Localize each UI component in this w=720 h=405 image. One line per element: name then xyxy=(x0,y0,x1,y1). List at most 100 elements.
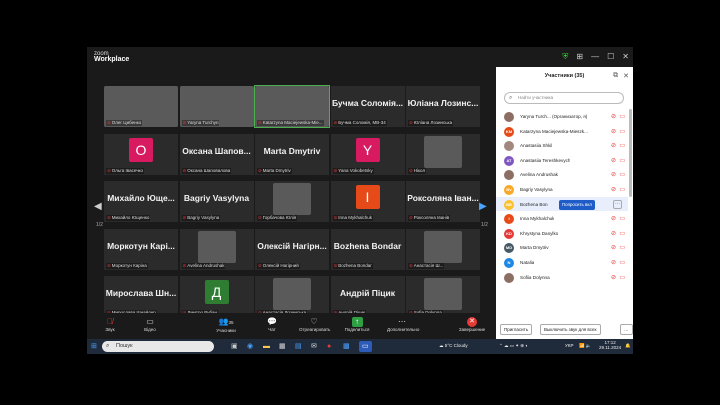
participant-row[interactable]: KM Katarzyna Maciejewska-Mieszk... ⊘ ▭ xyxy=(496,124,628,139)
video-tile[interactable]: ⊘Анастасія Ш... xyxy=(406,228,480,270)
invite-button[interactable]: Пригласить xyxy=(500,324,533,335)
share-button[interactable]: ↑ Поделиться xyxy=(342,317,372,332)
close-icon[interactable]: ✕ xyxy=(622,52,629,61)
video-tile[interactable]: ⊘Katarzyna Maciejewska-Mie... xyxy=(254,85,330,128)
participant-search-input[interactable]: ⌕ Найти участника xyxy=(504,92,624,104)
video-tile[interactable]: Олексій Нагірн... ⊘Олексій Нагірний xyxy=(255,228,329,270)
participant-more-button[interactable]: ⋯ xyxy=(613,199,622,209)
video-tile[interactable]: ⊘Sofia Dolynna xyxy=(406,276,480,318)
avatar: BB xyxy=(504,199,514,210)
clock[interactable]: 17:12 29.11.2024 xyxy=(599,340,621,350)
video-tile[interactable]: ⊘Yaryna Turchyn xyxy=(179,86,254,127)
video-tile[interactable]: ⊘Нікол xyxy=(406,133,480,175)
taskbar-search-label: Пошук xyxy=(116,343,133,349)
video-tile[interactable]: ⊘Олег Цибенко xyxy=(104,86,178,127)
video-tile[interactable]: ⊘Горбачова Юлія xyxy=(255,181,329,223)
mute-all-button[interactable]: Выключить звук для всех xyxy=(540,324,601,335)
video-tile[interactable]: Андрій Піцик⊘Андрій Піцик xyxy=(330,276,405,318)
maximize-icon[interactable]: ☐ xyxy=(607,52,614,61)
panel-scrollbar[interactable] xyxy=(629,109,632,197)
edge-icon[interactable]: ◉ xyxy=(247,341,253,352)
video-tile[interactable]: Bagriy Vasylyna ⊘Bagriy Vasylyna xyxy=(179,181,254,223)
participant-row[interactable]: Sofiia Dolynna ⊘ ▭ xyxy=(496,270,628,285)
video-tile[interactable]: Моркотун Карі... ⊘Моркотун Каріна xyxy=(104,228,178,270)
prev-page-icon[interactable]: ◀ xyxy=(94,201,102,212)
video-tile[interactable]: Y ⊘Yana Vokobetsky xyxy=(330,133,405,175)
participant-row[interactable]: N Natalia ⊘ ▭ xyxy=(496,255,628,270)
audio-label: Звук xyxy=(105,327,115,332)
mic-muted-icon: ⊘ xyxy=(610,245,616,252)
view-icon[interactable]: ⊞ xyxy=(576,52,583,61)
video-tile[interactable]: Бучма Соломія... ⊘Бучма Соломія, МВ-34 xyxy=(330,86,405,127)
video-tile[interactable]: Юліана Лозинс... ⊘Юліана Лозинська xyxy=(406,86,480,127)
security-shield-icon[interactable]: ⛨ xyxy=(562,52,568,61)
chrome-icon[interactable]: ● xyxy=(327,341,331,352)
participants-button[interactable]: 👥35 Учасники xyxy=(211,317,241,333)
ask-to-unmute-button[interactable]: Попросить вкл xyxy=(559,199,595,210)
video-tile[interactable]: Мирослава Шн...⊘Мирослава Шнайдер xyxy=(104,276,178,318)
tile-name-label: ⊘Олег Цибенко xyxy=(106,120,143,126)
avatar: AT xyxy=(504,155,514,166)
mail-icon[interactable]: ✉ xyxy=(311,341,317,352)
video-tile[interactable]: O ⊘Ольга Івасечко xyxy=(104,133,178,175)
store-icon[interactable]: ▤ xyxy=(295,341,302,352)
popout-icon[interactable]: ⧉ xyxy=(613,72,618,80)
zoom-taskbar-icon[interactable]: ▭ xyxy=(359,341,372,352)
video-tile[interactable]: I ⊘Inna Mykhalchuk xyxy=(330,181,405,223)
language-indicator[interactable]: УКР xyxy=(565,343,573,348)
explorer-icon[interactable]: ▬ xyxy=(263,341,270,352)
video-tile[interactable]: ⊘Анастасія Лозинська xyxy=(255,276,329,318)
participant-row[interactable]: BB Bozhena Bon Попросить вкл ⋯ xyxy=(496,196,628,212)
camera-off-icon: ▭ xyxy=(619,172,625,179)
mic-muted-icon: ⊘ xyxy=(610,143,616,150)
start-icon[interactable]: ⊞ xyxy=(91,341,97,352)
participant-row[interactable]: BV Bagriy Vasylyna ⊘ ▭ xyxy=(496,182,628,197)
video-tile[interactable]: Marta Dmytriv ⊘Marta Dmytriv xyxy=(255,133,329,175)
participant-name: Marta Dmytriv xyxy=(520,245,549,251)
notification-icon[interactable]: 🔔 xyxy=(625,343,631,349)
participant-name: Khrystyna Danylko xyxy=(520,230,559,236)
more-button[interactable]: ⋯ Дополнительно xyxy=(387,317,419,332)
tile-name-label: ⊘Bozhena Bondar xyxy=(332,262,373,269)
participant-row[interactable]: AT Anastasiia Tereshkevych ⊘ ▭ xyxy=(496,153,628,168)
chat-button[interactable]: 💬 Чат xyxy=(257,317,287,332)
camera-off-icon: ▭ xyxy=(619,230,625,237)
camera-off-icon: ▭ xyxy=(619,245,625,252)
participant-row[interactable]: KD Khrystyna Danylko ⊘ ▭ xyxy=(496,226,628,241)
mic-muted-icon: ⊘ xyxy=(182,167,187,173)
audio-button[interactable]: 🎙̸ Звук xyxy=(95,317,125,332)
app2-icon[interactable]: ▩ xyxy=(343,341,350,352)
task-view-icon[interactable]: ▣ xyxy=(231,341,238,352)
mic-muted-icon: ⊘ xyxy=(333,215,338,221)
participant-row[interactable]: MD Marta Dmytriv ⊘ ▭ xyxy=(496,240,628,255)
search-placeholder: Найти участника xyxy=(518,95,554,100)
app-icon[interactable]: ▦ xyxy=(279,341,286,352)
react-button[interactable]: ♡ Отреагировать xyxy=(299,317,330,332)
participant-row[interactable]: Yaryna Turch... (Организатор, я) ⊘ ▭ xyxy=(496,109,628,124)
mic-muted-icon: ⊘ xyxy=(107,215,111,221)
video-tile[interactable]: ⊘Avelina Andrushak xyxy=(179,228,254,270)
end-meeting-button[interactable]: ✕ Завершение xyxy=(457,317,487,332)
participants-label: Учасники xyxy=(216,328,236,333)
mic-muted-icon: ⊘ xyxy=(107,262,111,268)
video-button[interactable]: ▭ Відео xyxy=(135,317,165,332)
panel-more-button[interactable]: … xyxy=(620,324,633,335)
participant-row[interactable]: Anastasiia Shkil ⊘ ▭ xyxy=(496,138,628,153)
next-page-icon[interactable]: ▶ xyxy=(479,201,487,212)
panel-close-icon[interactable]: ✕ xyxy=(623,72,629,80)
taskbar-search[interactable]: ⌕ Пошук xyxy=(102,341,214,352)
mic-muted-icon: ⊘ xyxy=(610,259,616,266)
video-tile[interactable]: Д⊘Дмитро Рубан xyxy=(179,276,254,318)
participant-row[interactable]: Avelina Andrushak ⊘ ▭ xyxy=(496,167,628,182)
network-volume-icons[interactable]: 📶 🔈 xyxy=(579,343,591,349)
video-tile[interactable]: Михайло Юще... ⊘Михайло Ющенко xyxy=(104,181,178,223)
video-tile[interactable]: Оксана Шапов... ⊘Оксана Шаповалова xyxy=(179,133,254,175)
tray-icons[interactable]: ⌃ ☁ ▭ ✦ ⊕ ◐ xyxy=(499,343,528,349)
minimize-icon[interactable]: — xyxy=(591,52,599,61)
video-tile[interactable]: Bozhena Bondar ⊘Bozhena Bondar xyxy=(330,228,405,270)
video-tile[interactable]: Роксоляна Іван... ⊘Роксоляна Іванів xyxy=(406,181,480,223)
camera-off-icon: ▭ xyxy=(619,216,625,223)
participant-row[interactable]: I Inna Mykhalchuk ⊘ ▭ xyxy=(496,211,628,226)
share-label: Поделиться xyxy=(344,327,370,332)
weather[interactable]: ☁ 5°C Cloudy xyxy=(439,343,468,349)
